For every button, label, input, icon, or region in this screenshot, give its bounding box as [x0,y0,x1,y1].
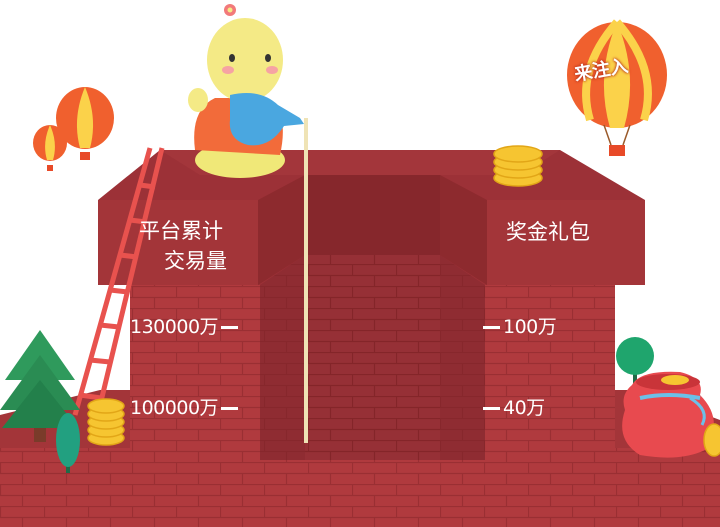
level-bonus-1: 100万 [480,315,557,339]
coin-stack-top [493,145,543,187]
coin-stack-left [87,398,125,446]
money-bag [622,371,720,458]
balloon-small [33,125,67,171]
balloon-large [567,19,667,156]
left-header-line2: 交易量 [164,249,227,273]
tick-dash [483,407,500,410]
level-volume-2-text: 100000万 [130,397,219,419]
tick-dash [483,326,500,329]
level-volume-1-text: 130000万 [130,316,219,338]
level-volume-2: 100000万 [130,396,241,420]
level-volume-1: 130000万 [130,315,241,339]
right-header: 奖金礼包 [506,220,590,244]
left-header-line1: 平台累计 [139,219,223,243]
level-bonus-2-text: 40万 [503,397,545,419]
level-bonus-1-text: 100万 [503,316,557,338]
level-bonus-2: 40万 [480,396,545,420]
tick-dash [221,326,239,329]
water-stream [304,118,308,443]
tick-dash [221,407,239,410]
